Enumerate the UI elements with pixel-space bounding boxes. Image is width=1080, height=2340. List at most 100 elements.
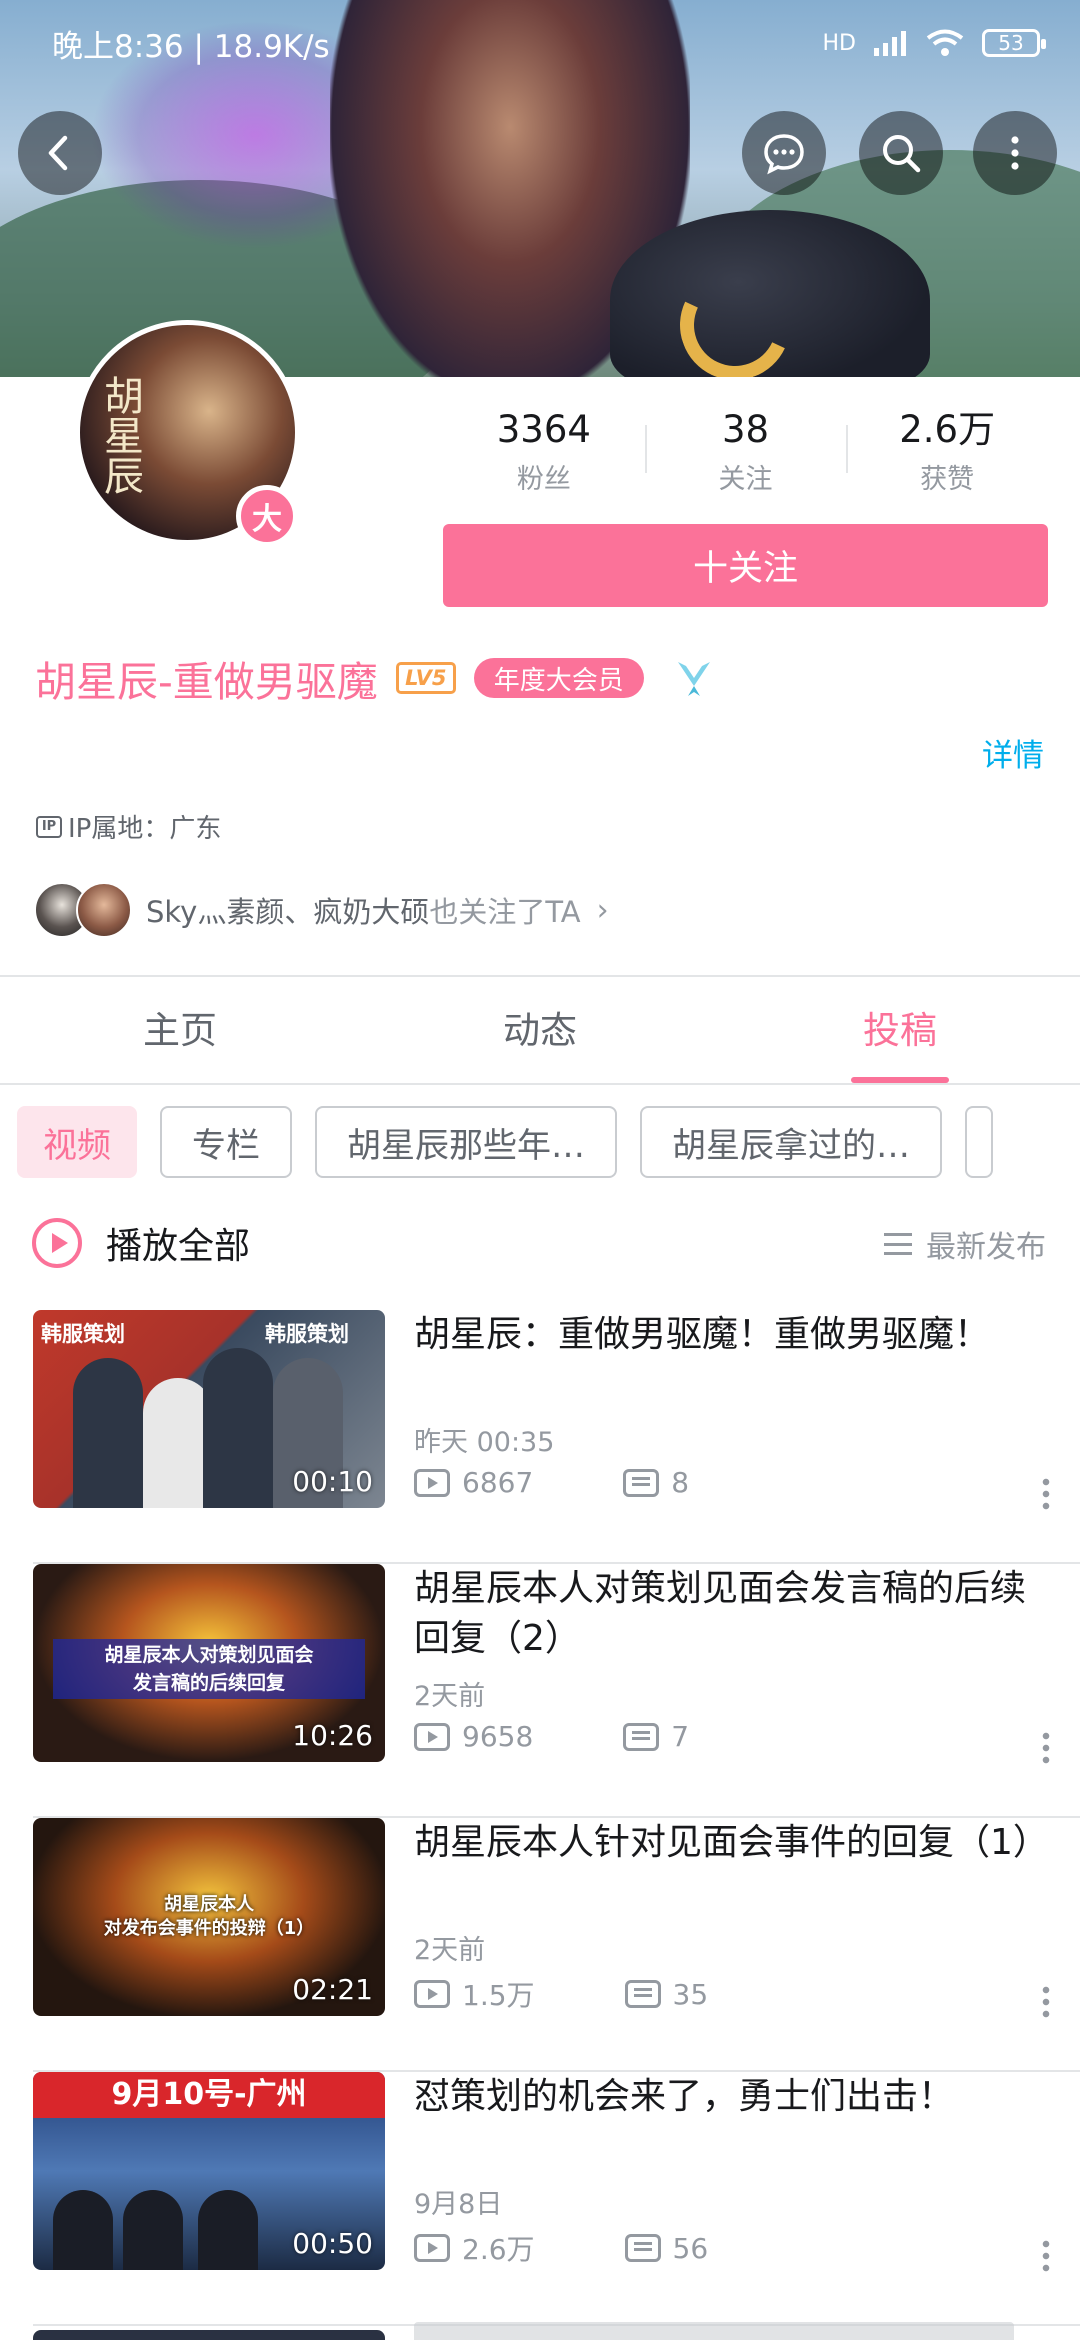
more-options-icon[interactable] — [1042, 2238, 1050, 2272]
ip-location: IP IP属地：广东 — [36, 808, 221, 845]
video-date: 9月8日 — [414, 2189, 503, 2220]
play-count: 2.6万 — [462, 2233, 535, 2266]
chip-video[interactable]: 视频 — [17, 1106, 137, 1178]
mutual-names: Sky灬素颜、疯奶大硕 — [146, 895, 430, 929]
mutual-follows[interactable]: Sky灬素颜、疯奶大硕也关注了TA › — [34, 880, 609, 940]
play-count: 9658 — [462, 1720, 534, 1753]
ip-label: IP属地：广东 — [68, 814, 222, 844]
follow-button[interactable]: 十关注 — [443, 524, 1048, 607]
video-date: 2天前 — [414, 1681, 486, 1712]
stat-number: 2.6万 — [899, 408, 996, 451]
message-button[interactable] — [742, 111, 826, 195]
danmaku-count: 7 — [671, 1720, 690, 1753]
chevron-right-icon: › — [596, 892, 609, 928]
tab-dynamics[interactable]: 动态 — [360, 977, 720, 1083]
video-title: 怼策划的机会来了，勇士们出击！ — [414, 2076, 955, 2117]
play-count-icon — [414, 1722, 450, 1751]
ip-icon: IP — [36, 815, 62, 838]
signal-icon — [874, 31, 906, 56]
more-options-icon[interactable] — [1042, 1730, 1050, 1764]
profile-tabs: 主页 动态 投稿 — [0, 977, 1080, 1085]
stat-number: 3364 — [496, 408, 591, 451]
play-all-label: 播放全部 — [106, 1226, 251, 1267]
play-count: 6867 — [462, 1466, 534, 1499]
video-stats: 1.5万 35 — [414, 1974, 708, 2014]
video-title: 胡星辰：重做男驱魔！重做男驱魔！ — [414, 1314, 991, 1355]
video-thumbnail[interactable]: 韩服策划 韩服策划 00:10 — [33, 1310, 385, 1508]
avatar-calligraphy: 胡星辰 — [97, 375, 143, 495]
tab-uploads[interactable]: 投稿 — [720, 977, 1080, 1083]
chip-more[interactable] — [965, 1106, 993, 1178]
video-duration: 00:10 — [292, 1465, 373, 1498]
play-count: 1.5万 — [462, 1979, 535, 2012]
video-thumbnail[interactable]: 胡星辰本人 对发布会事件的投辩（1） 02:21 — [33, 1818, 385, 2016]
chat-bubble-icon — [764, 134, 804, 175]
mutual-avatar — [76, 882, 132, 938]
stat-number: 38 — [721, 408, 770, 451]
more-options-icon[interactable] — [1042, 1984, 1050, 2018]
video-stats: 9658 7 — [414, 1720, 689, 1753]
danmaku-icon — [623, 1722, 660, 1751]
medal-icon[interactable] — [672, 656, 716, 700]
chip-collection-2[interactable]: 胡星辰拿过的… — [640, 1106, 942, 1178]
next-video-title — [414, 2322, 1044, 2340]
video-item[interactable]: 9月10号-广州 00:50 怼策划的机会来了，勇士们出击！ 9月8日 2.6万… — [0, 2072, 1080, 2326]
danmaku-count: 8 — [671, 1466, 690, 1499]
play-circle-icon — [32, 1218, 82, 1268]
thumb-tag: 韩服策划 — [265, 1322, 349, 1346]
video-item[interactable]: 胡星辰本人对策划见面会 发言稿的后续回复 10:26 胡星辰本人对策划见面会发言… — [0, 1564, 1080, 1818]
stat-label: 关注 — [718, 464, 773, 495]
next-video-thumbnail[interactable] — [33, 2330, 385, 2340]
status-time: 晚上8:36 | 18.9K/s — [52, 28, 330, 65]
user-name: 胡星辰-重做男驱魔 — [35, 658, 378, 706]
play-count-icon — [414, 1468, 450, 1497]
more-vertical-icon — [1011, 136, 1019, 170]
video-title: 胡星辰本人针对见面会事件的回复（1） — [414, 1822, 1049, 1863]
mutual-suffix: 也关注了TA — [429, 895, 581, 929]
sort-label: 最新发布 — [926, 1230, 1046, 1265]
verified-badge: 大 — [236, 485, 298, 547]
video-duration: 02:21 — [292, 1973, 373, 2006]
chip-column[interactable]: 专栏 — [160, 1106, 292, 1178]
thumb-caption-line: 胡星辰本人 — [164, 1894, 254, 1915]
video-thumbnail[interactable]: 9月10号-广州 00:50 — [33, 2072, 385, 2270]
thumb-caption-line: 胡星辰本人对策划见面会 — [104, 1644, 314, 1666]
stat-label: 粉丝 — [516, 464, 571, 495]
video-thumbnail[interactable]: 胡星辰本人对策划见面会 发言稿的后续回复 10:26 — [33, 1564, 385, 1762]
danmaku-icon — [623, 1468, 660, 1497]
detail-link[interactable]: 详情 — [982, 730, 1044, 775]
stat-label: 获赞 — [920, 464, 975, 495]
profile-stats: 3364 粉丝 38 关注 2.6万 获赞 — [443, 400, 1048, 505]
more-options-icon[interactable] — [1042, 1476, 1050, 1510]
play-count-icon — [414, 2234, 450, 2262]
stat-following[interactable]: 38 关注 — [644, 400, 847, 505]
video-duration: 10:26 — [292, 1719, 373, 1752]
video-duration: 00:50 — [292, 2227, 373, 2260]
thumb-caption: 胡星辰本人对策划见面会 发言稿的后续回复 — [53, 1639, 365, 1699]
tab-home[interactable]: 主页 — [0, 977, 360, 1083]
more-button[interactable] — [973, 111, 1057, 195]
chevron-left-icon — [48, 135, 68, 171]
stat-fans[interactable]: 3364 粉丝 — [443, 400, 645, 505]
thumb-caption-line: 发言稿的后续回复 — [132, 1672, 285, 1694]
play-all-button[interactable]: 播放全部 — [32, 1210, 250, 1276]
filter-chips: 视频 专栏 胡星辰那些年… 胡星辰拿过的… — [17, 1106, 1080, 1178]
stat-likes: 2.6万 获赞 — [846, 400, 1048, 505]
sort-button[interactable]: 最新发布 — [884, 1222, 1046, 1266]
video-stats: 2.6万 56 — [414, 2228, 708, 2268]
network-label: HD — [822, 30, 856, 56]
status-bar: 晚上8:36 | 18.9K/s HD 53 — [0, 0, 1080, 86]
danmaku-count: 35 — [672, 1977, 709, 2011]
chip-collection-1[interactable]: 胡星辰那些年… — [315, 1106, 617, 1178]
vip-badge[interactable]: 年度大会员 — [473, 658, 644, 698]
back-button[interactable] — [18, 111, 102, 195]
thumb-caption: 胡星辰本人 对发布会事件的投辩（1） — [63, 1893, 355, 1941]
level-badge: LV5 — [395, 662, 456, 694]
video-date: 昨天 00:35 — [414, 1427, 555, 1458]
search-button[interactable] — [859, 111, 943, 195]
danmaku-icon — [624, 1980, 661, 2008]
video-item[interactable]: 韩服策划 韩服策划 00:10 胡星辰：重做男驱魔！重做男驱魔！ 昨天 00:3… — [0, 1310, 1080, 1564]
video-title: 胡星辰本人对策划见面会发言稿的后续回复（2） — [414, 1568, 1027, 1659]
video-item[interactable]: 胡星辰本人 对发布会事件的投辩（1） 02:21 胡星辰本人针对见面会事件的回复… — [0, 1818, 1080, 2072]
danmaku-count: 56 — [672, 2231, 709, 2265]
